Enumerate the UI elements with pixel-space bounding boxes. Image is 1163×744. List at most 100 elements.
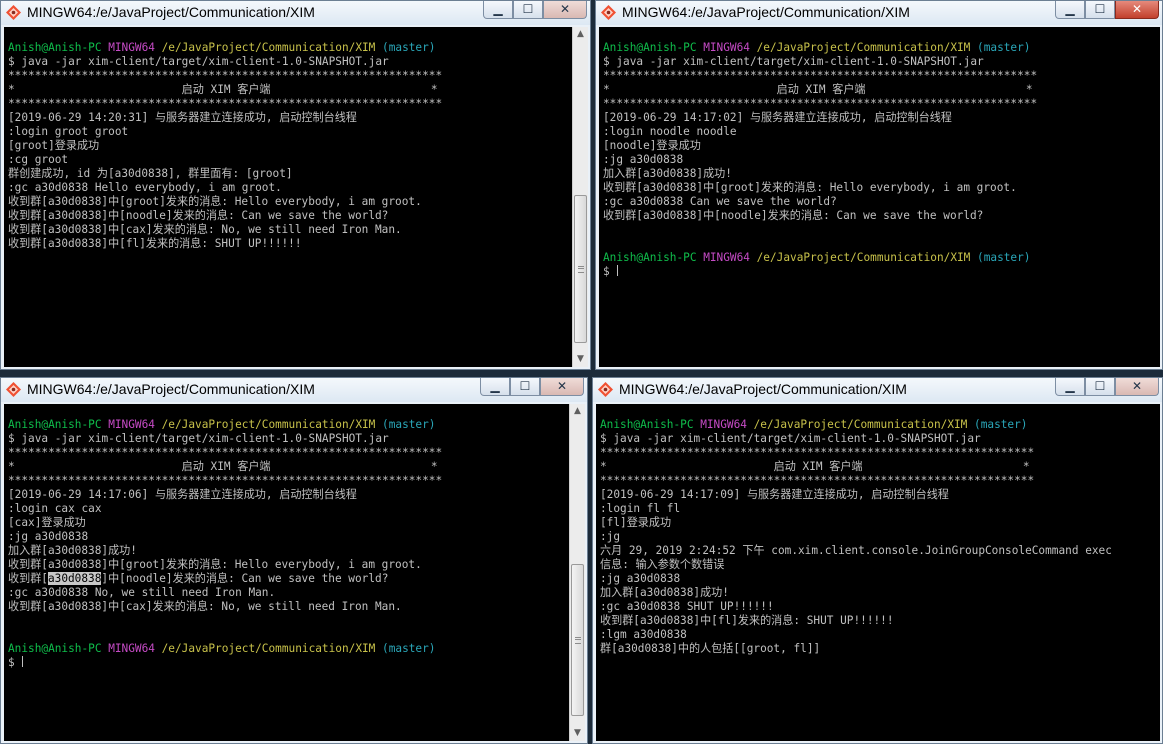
vertical-scrollbar[interactable]: ▲ ▼ — [569, 404, 585, 741]
terminal-text: :lgm a30d0838 — [600, 628, 687, 641]
maximize-button[interactable]: ☐ — [510, 378, 540, 396]
vertical-scrollbar[interactable]: ▲ ▼ — [572, 27, 588, 367]
terminal-line: :gc a30d0838 SHUT UP!!!!!! — [600, 600, 1160, 614]
terminal-line: * 启动 XIM 客户端 * — [8, 83, 572, 97]
terminal-line: :jg a30d0838 — [603, 153, 1160, 167]
terminal-line: 收到群[a30d0838]中[groot]发来的消息: Hello everyb… — [8, 195, 572, 209]
scroll-down-icon[interactable]: ▼ — [573, 352, 588, 367]
terminal-line: [cax]登录成功 — [8, 516, 569, 530]
terminal-text: $ java -jar xim-client/target/xim-client… — [8, 55, 389, 68]
terminal-line: 收到群[a30d0838]中[noodle]发来的消息: Can we save… — [603, 209, 1160, 223]
terminal-line: 加入群[a30d0838]成功! — [600, 586, 1160, 600]
minimize-button[interactable]: ▁ — [480, 378, 510, 396]
scroll-down-icon[interactable]: ▼ — [570, 726, 585, 741]
terminal-output[interactable]: Anish@Anish-PC MINGW64 /e/JavaProject/Co… — [4, 404, 569, 741]
close-button[interactable]: ✕ — [1115, 1, 1159, 19]
terminal-text: /e/JavaProject/Communication/XIM — [753, 418, 968, 431]
git-bash-icon — [601, 5, 616, 20]
terminal-text: [2019-06-29 14:17:06] 与服务器建立连接成功, 启动控制台线… — [8, 488, 357, 501]
scroll-thumb[interactable] — [574, 195, 587, 343]
terminal-text: MINGW64 — [108, 41, 162, 54]
terminal-text: 收到群[a30d0838]中[cax]发来的消息: No, we still n… — [8, 223, 402, 236]
terminal-line: [groot]登录成功 — [8, 139, 572, 153]
terminal-line: Anish@Anish-PC MINGW64 /e/JavaProject/Co… — [603, 251, 1160, 265]
window-title: MINGW64:/e/JavaProject/Communication/XIM — [27, 381, 315, 397]
terminal-text: 收到群[a30d0838]中[fl]发来的消息: SHUT UP!!!!!! — [8, 237, 302, 250]
title-bar[interactable]: MINGW64:/e/JavaProject/Communication/XIM… — [1, 1, 590, 25]
terminal-text: * 启动 XIM 客户端 * — [603, 83, 1033, 96]
terminal-line: Anish@Anish-PC MINGW64 /e/JavaProject/Co… — [8, 41, 572, 55]
terminal-output[interactable]: Anish@Anish-PC MINGW64 /e/JavaProject/Co… — [596, 404, 1160, 741]
terminal-line: ****************************************… — [8, 446, 569, 460]
maximize-button[interactable]: ☐ — [1085, 1, 1115, 19]
window-title: MINGW64:/e/JavaProject/Communication/XIM — [27, 4, 315, 20]
terminal-text: (master) — [375, 642, 436, 655]
scroll-up-icon[interactable]: ▲ — [570, 404, 585, 419]
minimize-icon: ▁ — [1065, 2, 1075, 16]
maximize-icon: ☐ — [1094, 379, 1106, 393]
scroll-up-icon[interactable]: ▲ — [573, 27, 588, 42]
close-button[interactable]: ✕ — [543, 1, 587, 19]
maximize-icon: ☐ — [1094, 2, 1106, 16]
terminal-text: 收到群[ — [8, 572, 48, 585]
title-bar[interactable]: MINGW64:/e/JavaProject/Communication/XIM… — [1, 378, 587, 402]
terminal-line: Anish@Anish-PC MINGW64 /e/JavaProject/Co… — [600, 418, 1160, 432]
terminal-line: ****************************************… — [8, 69, 572, 83]
terminal-text: ****************************************… — [8, 474, 443, 487]
window-title: MINGW64:/e/JavaProject/Communication/XIM — [622, 4, 910, 20]
terminal-text: Anish@Anish-PC — [603, 251, 704, 264]
terminal-text: 加入群[a30d0838]成功! — [8, 544, 137, 557]
terminal-line: Anish@Anish-PC MINGW64 /e/JavaProject/Co… — [8, 642, 569, 656]
terminal-line: :login fl fl — [600, 502, 1160, 516]
title-bar[interactable]: MINGW64:/e/JavaProject/Communication/XIM… — [596, 1, 1162, 25]
terminal-text: :gc a30d0838 SHUT UP!!!!!! — [600, 600, 774, 613]
terminal-line: $ — [603, 265, 1160, 279]
terminal-text: 收到群[a30d0838]中[groot]发来的消息: Hello everyb… — [8, 195, 422, 208]
terminal-text: ****************************************… — [600, 446, 1035, 459]
terminal-text: :login cax cax — [8, 502, 102, 515]
title-bar[interactable]: MINGW64:/e/JavaProject/Communication/XIM… — [593, 378, 1162, 402]
terminal-text: $ java -jar xim-client/target/xim-client… — [600, 432, 981, 445]
close-button[interactable]: ✕ — [1115, 378, 1159, 396]
terminal-line: Anish@Anish-PC MINGW64 /e/JavaProject/Co… — [8, 418, 569, 432]
terminal-text: Anish@Anish-PC — [8, 418, 109, 431]
terminal-line: $ java -jar xim-client/target/xim-client… — [600, 432, 1160, 446]
terminal-text: MINGW64 — [108, 642, 162, 655]
terminal-line: ****************************************… — [603, 97, 1160, 111]
terminal-line: :lgm a30d0838 — [600, 628, 1160, 642]
terminal-line: 收到群[a30d0838]中[fl]发来的消息: SHUT UP!!!!!! — [8, 237, 572, 251]
terminal-text: (master) — [970, 41, 1031, 54]
maximize-button[interactable]: ☐ — [513, 1, 543, 19]
terminal-line: 加入群[a30d0838]成功! — [603, 167, 1160, 181]
terminal-text: * 启动 XIM 客户端 * — [8, 83, 438, 96]
terminal-line: 收到群[a30d0838]中[cax]发来的消息: No, we still n… — [8, 223, 572, 237]
terminal-text: 群创建成功, id 为[a30d0838], 群里面有: [groot] — [8, 167, 293, 180]
terminal-text: Anish@Anish-PC — [8, 41, 109, 54]
maximize-button[interactable]: ☐ — [1085, 378, 1115, 396]
terminal-line: 收到群[a30d0838]中[groot]发来的消息: Hello everyb… — [603, 181, 1160, 195]
terminal-text: * 启动 XIM 客户端 * — [600, 460, 1030, 473]
terminal-line: :jg — [600, 530, 1160, 544]
minimize-button[interactable]: ▁ — [483, 1, 513, 19]
terminal-line: [2019-06-29 14:17:06] 与服务器建立连接成功, 启动控制台线… — [8, 488, 569, 502]
terminal-output[interactable]: Anish@Anish-PC MINGW64 /e/JavaProject/Co… — [4, 27, 572, 367]
terminal-line: [2019-06-29 14:17:09] 与服务器建立连接成功, 启动控制台线… — [600, 488, 1160, 502]
terminal-text: 收到群[a30d0838]中[noodle]发来的消息: Can we save… — [603, 209, 984, 222]
terminal-text: :gc a30d0838 No, we still need Iron Man. — [8, 586, 276, 599]
terminal-output[interactable]: Anish@Anish-PC MINGW64 /e/JavaProject/Co… — [599, 27, 1160, 367]
terminal-text: :jg a30d0838 — [8, 530, 89, 543]
close-icon: ✕ — [556, 379, 568, 393]
terminal-text: 群[a30d0838]中的人包括[[groot, fl]] — [600, 642, 821, 655]
minimize-button[interactable]: ▁ — [1055, 378, 1085, 396]
terminal-text: $ java -jar xim-client/target/xim-client… — [603, 55, 984, 68]
scroll-thumb[interactable] — [571, 564, 584, 716]
terminal-text: 六月 29, 2019 2:24:52 下午 com.xim.client.co… — [600, 544, 1112, 557]
minimize-button[interactable]: ▁ — [1055, 1, 1085, 19]
terminal-line: :gc a30d0838 Hello everybody, i am groot… — [8, 181, 572, 195]
terminal-line: 信息: 输入参数个数错误 — [600, 558, 1160, 572]
close-button[interactable]: ✕ — [540, 378, 584, 396]
terminal-line: * 启动 XIM 客户端 * — [600, 460, 1160, 474]
terminal-line: $ java -jar xim-client/target/xim-client… — [603, 55, 1160, 69]
